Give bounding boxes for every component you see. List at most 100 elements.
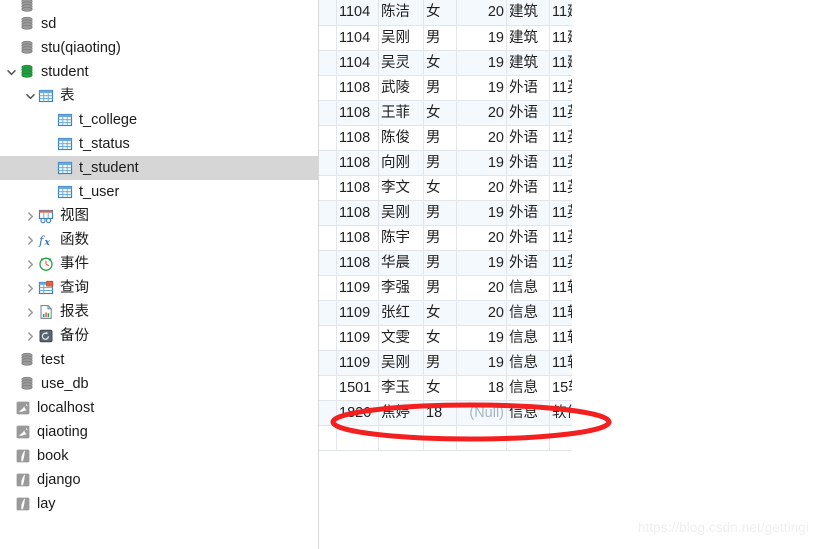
cell-id[interactable]: 1108 <box>336 125 379 151</box>
row-selector-cell[interactable] <box>319 375 337 401</box>
cell-id[interactable]: 1109 <box>336 325 379 351</box>
row-selector-cell[interactable] <box>319 400 337 426</box>
cell-sex[interactable]: 男 <box>423 125 457 151</box>
cell-id[interactable]: 1104 <box>336 25 379 51</box>
table-row[interactable]: 1108李文女20外语11英1397 <box>319 175 572 201</box>
table-row[interactable]: 1109文雯女19信息11软1395 <box>319 325 572 351</box>
cell-sex[interactable]: 男 <box>423 250 457 276</box>
cell-college[interactable]: 信息 <box>506 375 550 401</box>
row-selector-cell[interactable] <box>319 300 337 326</box>
cell-college[interactable]: 建筑 <box>506 25 550 51</box>
cell-age[interactable]: 19 <box>456 75 507 101</box>
cell-major[interactable]: 11英 <box>549 75 572 101</box>
cell-id[interactable]: 1109 <box>336 350 379 376</box>
table-row[interactable]: 1109吴刚男19信息11软1384 <box>319 350 572 376</box>
row-selector-cell[interactable] <box>319 50 337 76</box>
tree-item-django[interactable]: django <box>0 468 318 492</box>
cell-major[interactable]: 11英 <box>549 250 572 276</box>
cell-college[interactable]: 建筑 <box>506 0 550 26</box>
tree-item-test[interactable]: test <box>0 348 318 372</box>
chevron-right-icon[interactable] <box>23 276 37 300</box>
cell-id[interactable]: 1108 <box>336 100 379 126</box>
cell-major[interactable]: 11英 <box>549 125 572 151</box>
cell-college[interactable]: 建筑 <box>506 50 550 76</box>
cell-id[interactable]: 1820 <box>336 400 379 426</box>
cell-major[interactable]: 软件 <box>549 400 572 426</box>
tree-item-lay[interactable]: lay <box>0 492 318 516</box>
chevron-down-icon[interactable] <box>23 84 37 108</box>
table-row[interactable]: 1108华晨男19外语11英1397 <box>319 250 572 276</box>
cell-sex[interactable]: 男 <box>423 150 457 176</box>
tree-item-备份[interactable]: 备份 <box>0 324 318 348</box>
cell-sex[interactable]: 18 <box>423 400 457 426</box>
cell-major[interactable]: 15软 <box>549 375 572 401</box>
cell-name[interactable]: 武陵 <box>378 75 424 101</box>
table-row[interactable]: 1501李玉女18信息15软1589 <box>319 375 572 401</box>
cell-sex[interactable]: 男 <box>423 350 457 376</box>
cell-major[interactable]: 11英 <box>549 100 572 126</box>
cell-college[interactable]: 外语 <box>506 175 550 201</box>
cell-college[interactable]: 外语 <box>506 125 550 151</box>
cell-id[interactable]: 1501 <box>336 375 379 401</box>
table-row[interactable]: 1108武陵男19外语11英1356 <box>319 75 572 101</box>
cell-name[interactable]: 文雯 <box>378 325 424 351</box>
row-selector-cell[interactable] <box>319 225 337 251</box>
cell-college[interactable]: 信息 <box>506 400 550 426</box>
cell-age[interactable]: 19 <box>456 325 507 351</box>
row-selector-cell[interactable] <box>319 200 337 226</box>
cell-college[interactable]: 信息 <box>506 275 550 301</box>
cell-college[interactable]: 外语 <box>506 100 550 126</box>
cell-name[interactable]: 陈俊 <box>378 125 424 151</box>
cell-college[interactable]: 外语 <box>506 150 550 176</box>
cell-age[interactable]: 20 <box>456 275 507 301</box>
table-row[interactable]: 1104陈洁女20建筑11建1397 <box>319 0 572 26</box>
cell-age[interactable]: 19 <box>456 150 507 176</box>
cell-age[interactable]: 19 <box>456 200 507 226</box>
cell-age[interactable]: 19 <box>456 350 507 376</box>
cell-college[interactable]: 外语 <box>506 200 550 226</box>
tree-item-视图[interactable]: 视图 <box>0 204 318 228</box>
cell-name[interactable]: 吴刚 <box>378 200 424 226</box>
cell-age[interactable]: 19 <box>456 25 507 51</box>
cell-age[interactable]: (Null) <box>456 400 507 426</box>
cell-major[interactable]: 11英 <box>549 175 572 201</box>
table-row[interactable]: 1108向刚男19外语11英1397 <box>319 150 572 176</box>
cell-sex[interactable]: 男 <box>423 200 457 226</box>
cell-college[interactable]: 外语 <box>506 75 550 101</box>
cell-major[interactable]: 11建 <box>549 25 572 51</box>
tree-item-localhost[interactable]: localhost <box>0 396 318 420</box>
cell-major[interactable]: 11软 <box>549 350 572 376</box>
cell-name[interactable]: 陈宇 <box>378 225 424 251</box>
cell-sex[interactable]: 女 <box>423 0 457 26</box>
cell-age[interactable]: 19 <box>456 50 507 76</box>
table-row[interactable]: 1108王菲女20外语11英1356 <box>319 100 572 126</box>
cell-name[interactable]: 吴灵 <box>378 50 424 76</box>
cell-age[interactable]: 20 <box>456 100 507 126</box>
cell-name[interactable]: 张红 <box>378 300 424 326</box>
cell-name[interactable]: 李强 <box>378 275 424 301</box>
tree-item-t_status[interactable]: t_status <box>0 132 318 156</box>
tree-item-t_user[interactable]: t_user <box>0 180 318 204</box>
cell-age[interactable]: 20 <box>456 225 507 251</box>
student-data-table[interactable]: 1104陈洁女20建筑11建13971104吴刚男19建筑11建13971104… <box>319 0 572 451</box>
row-selector-cell[interactable] <box>319 350 337 376</box>
tree-item-student[interactable]: student <box>0 60 318 84</box>
chevron-right-icon[interactable] <box>23 324 37 348</box>
cell-id[interactable]: 1108 <box>336 225 379 251</box>
data-grid-pane[interactable]: 1104陈洁女20建筑11建13971104吴刚男19建筑11建13971104… <box>319 0 817 549</box>
tree-item-报表[interactable]: 报表 <box>0 300 318 324</box>
cell-sex[interactable]: 女 <box>423 175 457 201</box>
cell-name[interactable]: 陈洁 <box>378 0 424 26</box>
cell-college[interactable]: 信息 <box>506 350 550 376</box>
cell-name[interactable]: 吴刚 <box>378 350 424 376</box>
cell-college[interactable]: 外语 <box>506 225 550 251</box>
tree-item-stuqiaoting[interactable]: stu(qiaoting) <box>0 36 318 60</box>
cell-name[interactable]: 华晨 <box>378 250 424 276</box>
cell-sex[interactable]: 男 <box>423 75 457 101</box>
chevron-right-icon[interactable] <box>23 228 37 252</box>
cell-id[interactable]: 1109 <box>336 300 379 326</box>
cell-sex[interactable]: 男 <box>423 275 457 301</box>
cell-id[interactable]: 1108 <box>336 150 379 176</box>
cell-name[interactable]: 王菲 <box>378 100 424 126</box>
row-selector-cell[interactable] <box>319 25 337 51</box>
